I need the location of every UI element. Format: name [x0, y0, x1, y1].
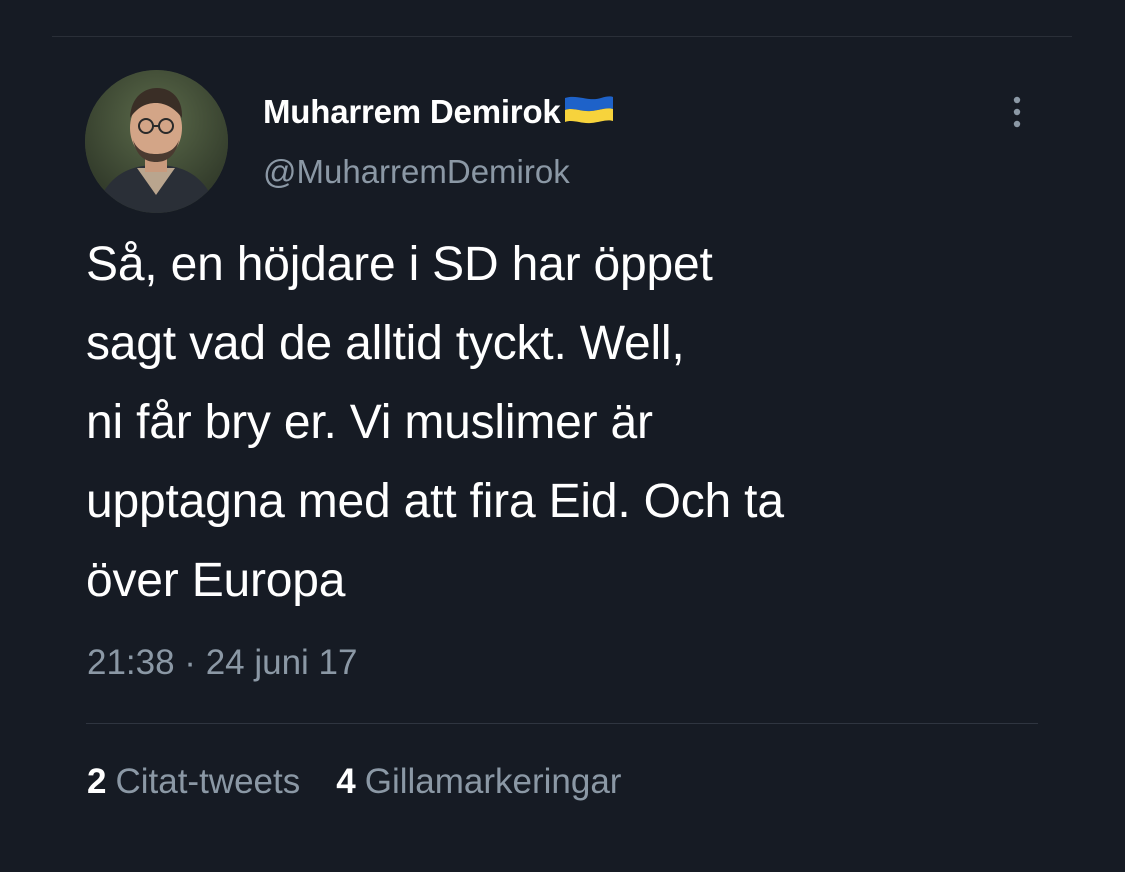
top-divider — [52, 36, 1072, 37]
tweet-text-line: ni får bry er. Vi muslimer är — [86, 396, 653, 449]
quote-tweets-stat[interactable]: 2 Citat-tweets — [87, 762, 300, 802]
likes-stat[interactable]: 4 Gillamarkeringar — [336, 762, 621, 802]
likes-label: Gillamarkeringar — [364, 762, 622, 801]
author-name-row[interactable]: Muharrem Demirok — [263, 92, 615, 132]
avatar[interactable] — [85, 70, 228, 213]
author-display-name[interactable]: Muharrem Demirok — [263, 93, 561, 131]
stats-divider — [86, 723, 1038, 724]
tweet-text-line: Så, en höjdare i SD har öppet — [86, 238, 713, 291]
more-options-button[interactable] — [1002, 94, 1032, 130]
tweet-text-line: över Europa — [86, 554, 346, 607]
avatar-image — [85, 70, 228, 213]
quote-tweets-label: Citat-tweets — [115, 762, 301, 801]
tweet-stats: 2 Citat-tweets 4 Gillamarkeringar — [87, 762, 621, 802]
tweet-text-line: upptagna med att fira Eid. Och ta — [86, 475, 784, 528]
ukraine-flag-icon — [564, 96, 613, 124]
tweet-text-line: sagt vad de alltid tyckt. Well, — [86, 317, 685, 370]
quote-tweets-count: 2 — [87, 762, 107, 801]
author-handle[interactable]: @MuharremDemirok — [263, 153, 570, 191]
tweet-text: Så, en höjdare i SD har öppet sagt vad d… — [86, 225, 1076, 620]
tweet-timestamp[interactable]: 21:38 · 24 juni 17 — [87, 643, 357, 683]
more-dots-icon — [1013, 96, 1021, 128]
likes-count: 4 — [336, 762, 356, 801]
